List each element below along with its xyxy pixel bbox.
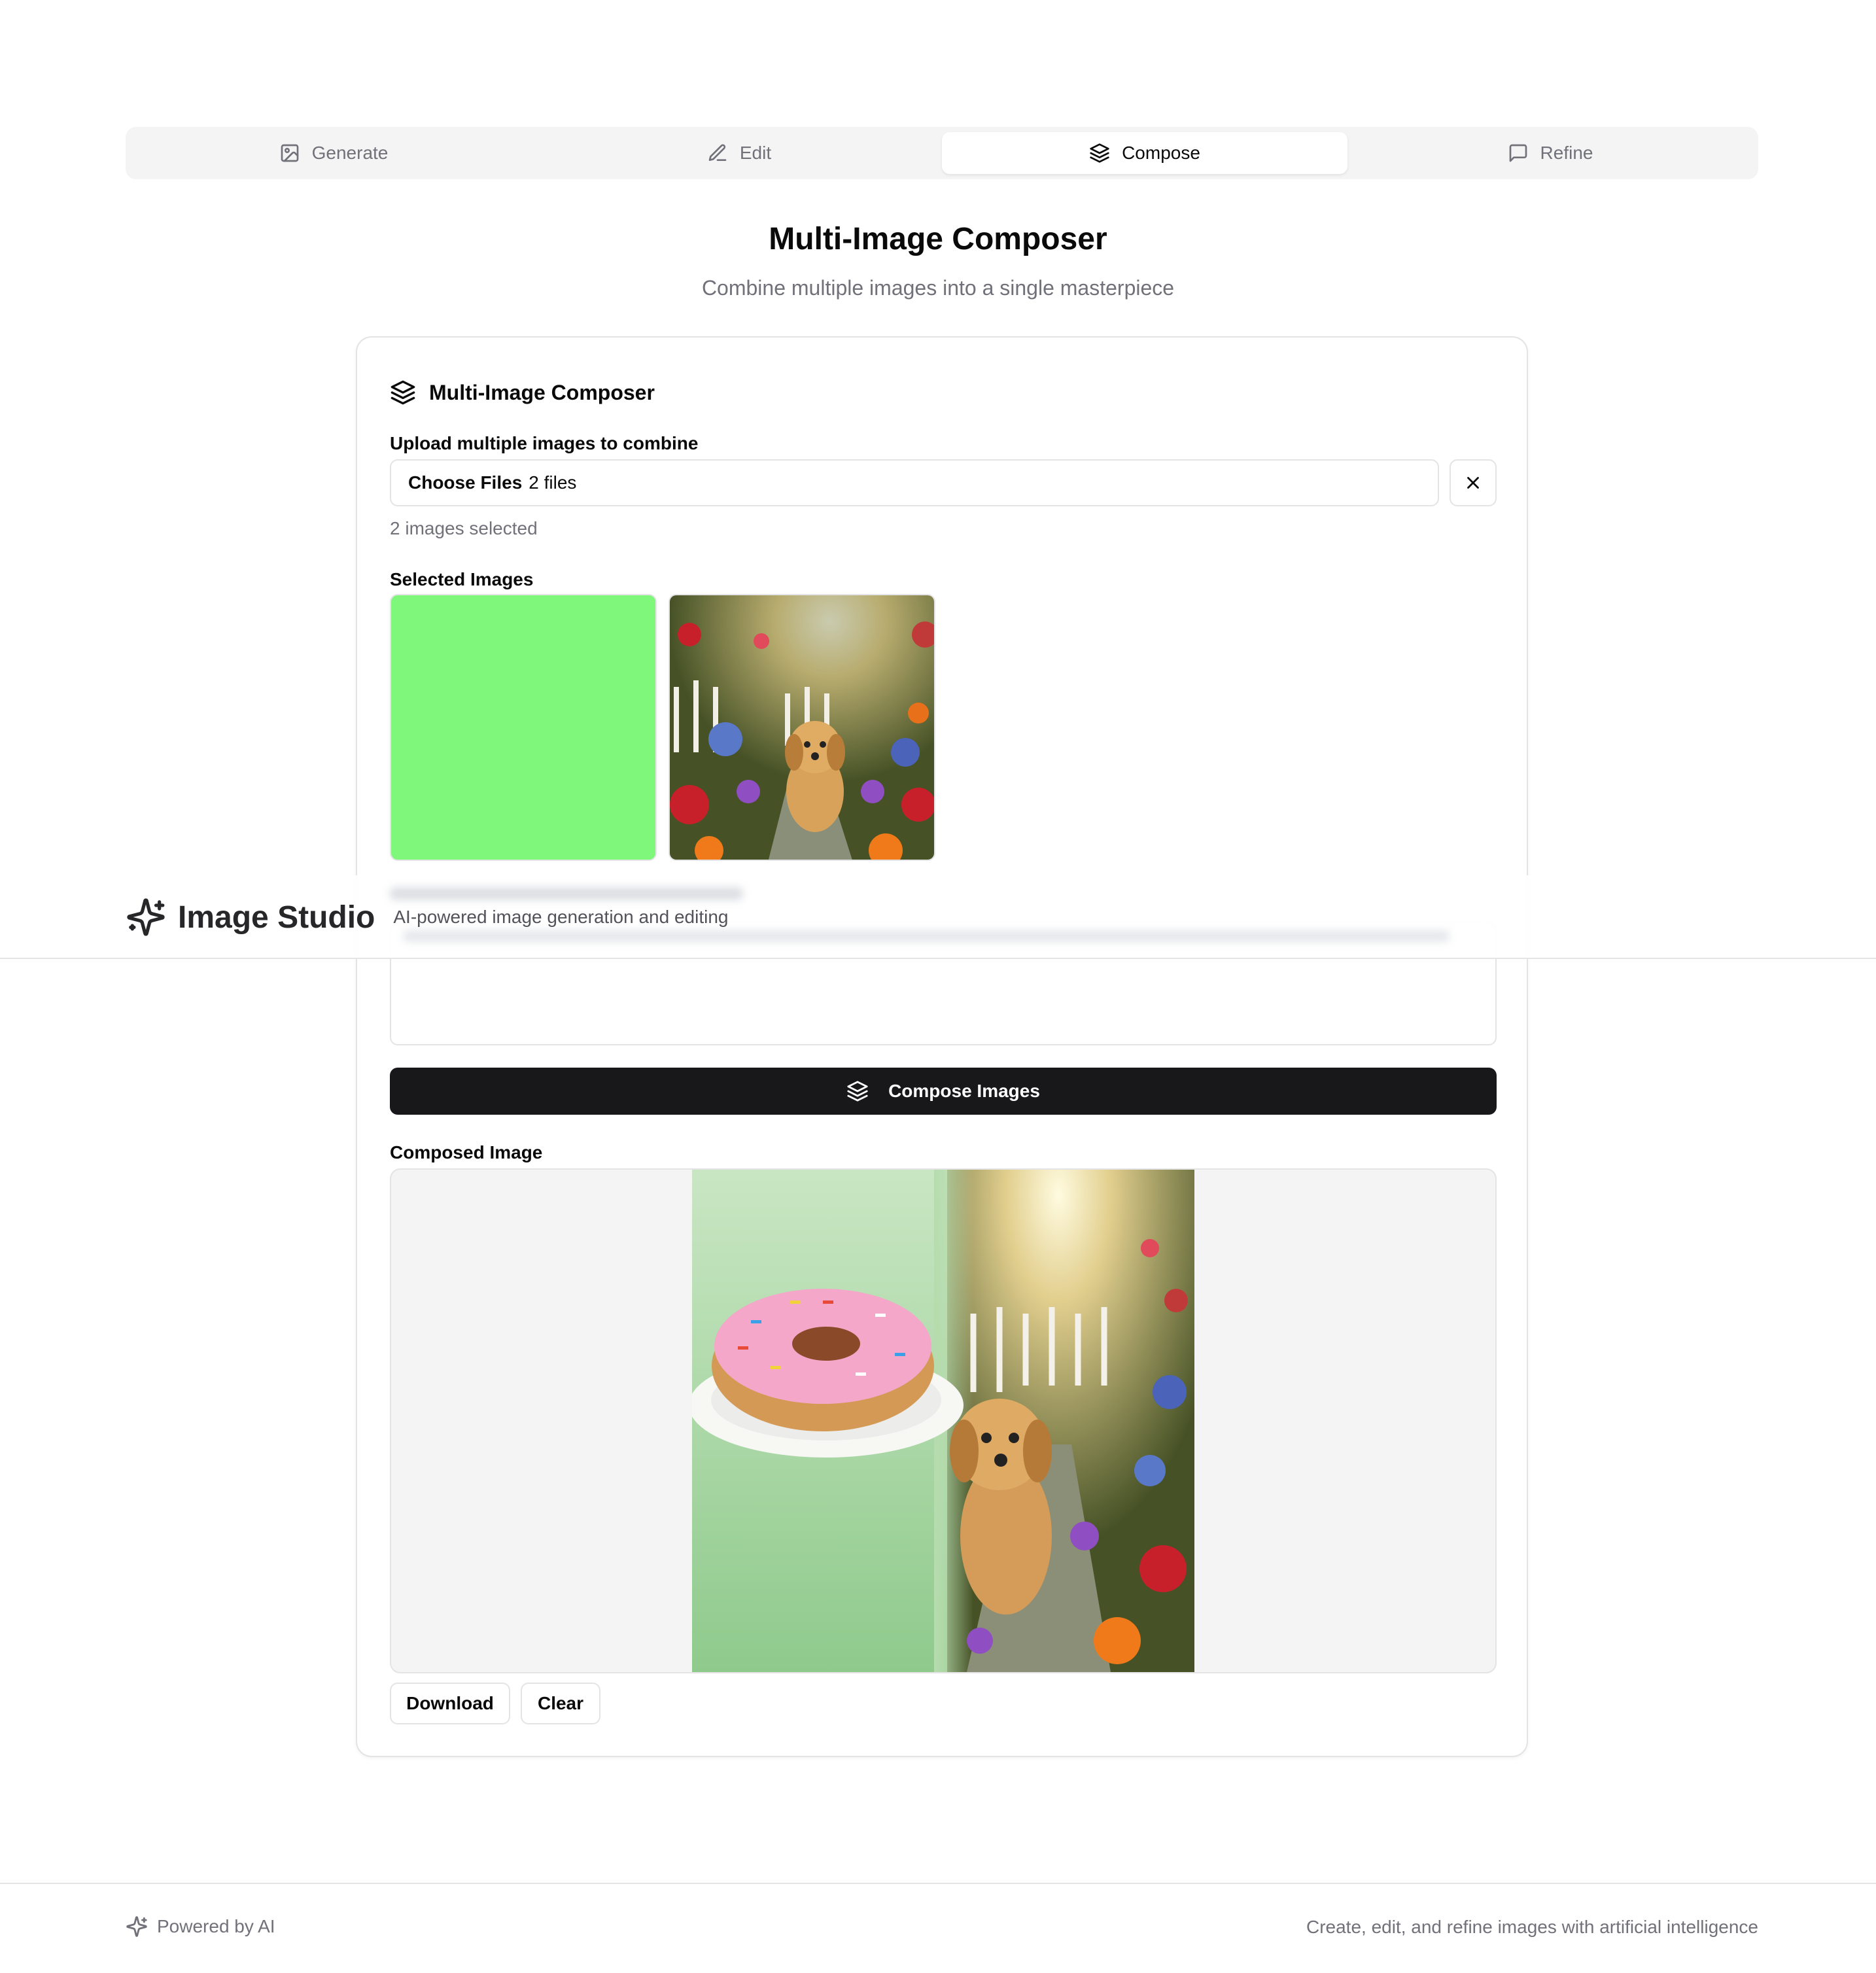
selected-image-thumb-2[interactable] xyxy=(669,594,935,861)
sparkles-icon xyxy=(126,1915,148,1938)
footer-powered-by: Powered by AI xyxy=(126,1915,275,1938)
selected-images-label: Selected Images xyxy=(390,569,534,589)
brand-tagline: AI-powered image generation and editing xyxy=(393,907,729,927)
composed-image xyxy=(692,1170,1194,1672)
page-title: Multi-Image Composer xyxy=(769,222,1107,256)
tab-label: Compose xyxy=(1122,143,1200,163)
composed-image-frame xyxy=(390,1168,1497,1673)
mode-tabs: Generate Edit Compose Refine xyxy=(126,127,1758,179)
file-upload-input[interactable]: Choose Files 2 files xyxy=(390,459,1439,506)
layers-icon xyxy=(1089,143,1110,164)
choose-files-button[interactable]: Choose Files xyxy=(408,472,522,493)
tab-compose[interactable]: Compose xyxy=(942,132,1347,174)
layers-icon xyxy=(846,1080,869,1102)
footer-left-text: Powered by AI xyxy=(157,1916,275,1936)
layers-icon xyxy=(390,379,416,406)
tab-generate[interactable]: Generate xyxy=(131,132,536,174)
selected-count: 2 images selected xyxy=(390,518,538,538)
page-subtitle: Combine multiple images into a single ma… xyxy=(701,276,1175,300)
compose-images-button[interactable]: Compose Images xyxy=(390,1068,1497,1115)
brand-name: Image Studio xyxy=(178,899,375,935)
footer-tagline: Create, edit, and refine images with art… xyxy=(1306,1917,1758,1937)
composer-card: Multi-Image Composer Upload multiple ima… xyxy=(356,336,1528,1757)
clear-files-button[interactable] xyxy=(1450,459,1497,506)
file-status: 2 files xyxy=(529,472,577,493)
garden-puppy-image xyxy=(670,595,934,860)
sparkles-icon xyxy=(126,897,166,937)
tab-label: Generate xyxy=(311,143,389,163)
card-header: Multi-Image Composer xyxy=(390,369,655,416)
clear-button[interactable]: Clear xyxy=(521,1683,600,1724)
tab-label: Edit xyxy=(739,143,772,163)
tab-refine[interactable]: Refine xyxy=(1347,132,1753,174)
tab-label: Refine xyxy=(1540,143,1593,163)
footer-divider xyxy=(0,1883,1876,1884)
brand[interactable]: Image Studio AI-powered image generation… xyxy=(126,896,728,938)
pencil-icon xyxy=(707,143,728,164)
composed-image-label: Composed Image xyxy=(390,1142,543,1162)
image-icon xyxy=(279,143,300,164)
close-icon xyxy=(1463,473,1483,493)
tab-edit[interactable]: Edit xyxy=(536,132,942,174)
download-button[interactable]: Download xyxy=(390,1683,510,1724)
selected-image-thumb-1[interactable] xyxy=(390,594,657,861)
compose-button-label: Compose Images xyxy=(888,1081,1040,1101)
message-square-icon xyxy=(1508,143,1529,164)
upload-label: Upload multiple images to combine xyxy=(390,433,699,453)
card-title: Multi-Image Composer xyxy=(429,380,655,404)
